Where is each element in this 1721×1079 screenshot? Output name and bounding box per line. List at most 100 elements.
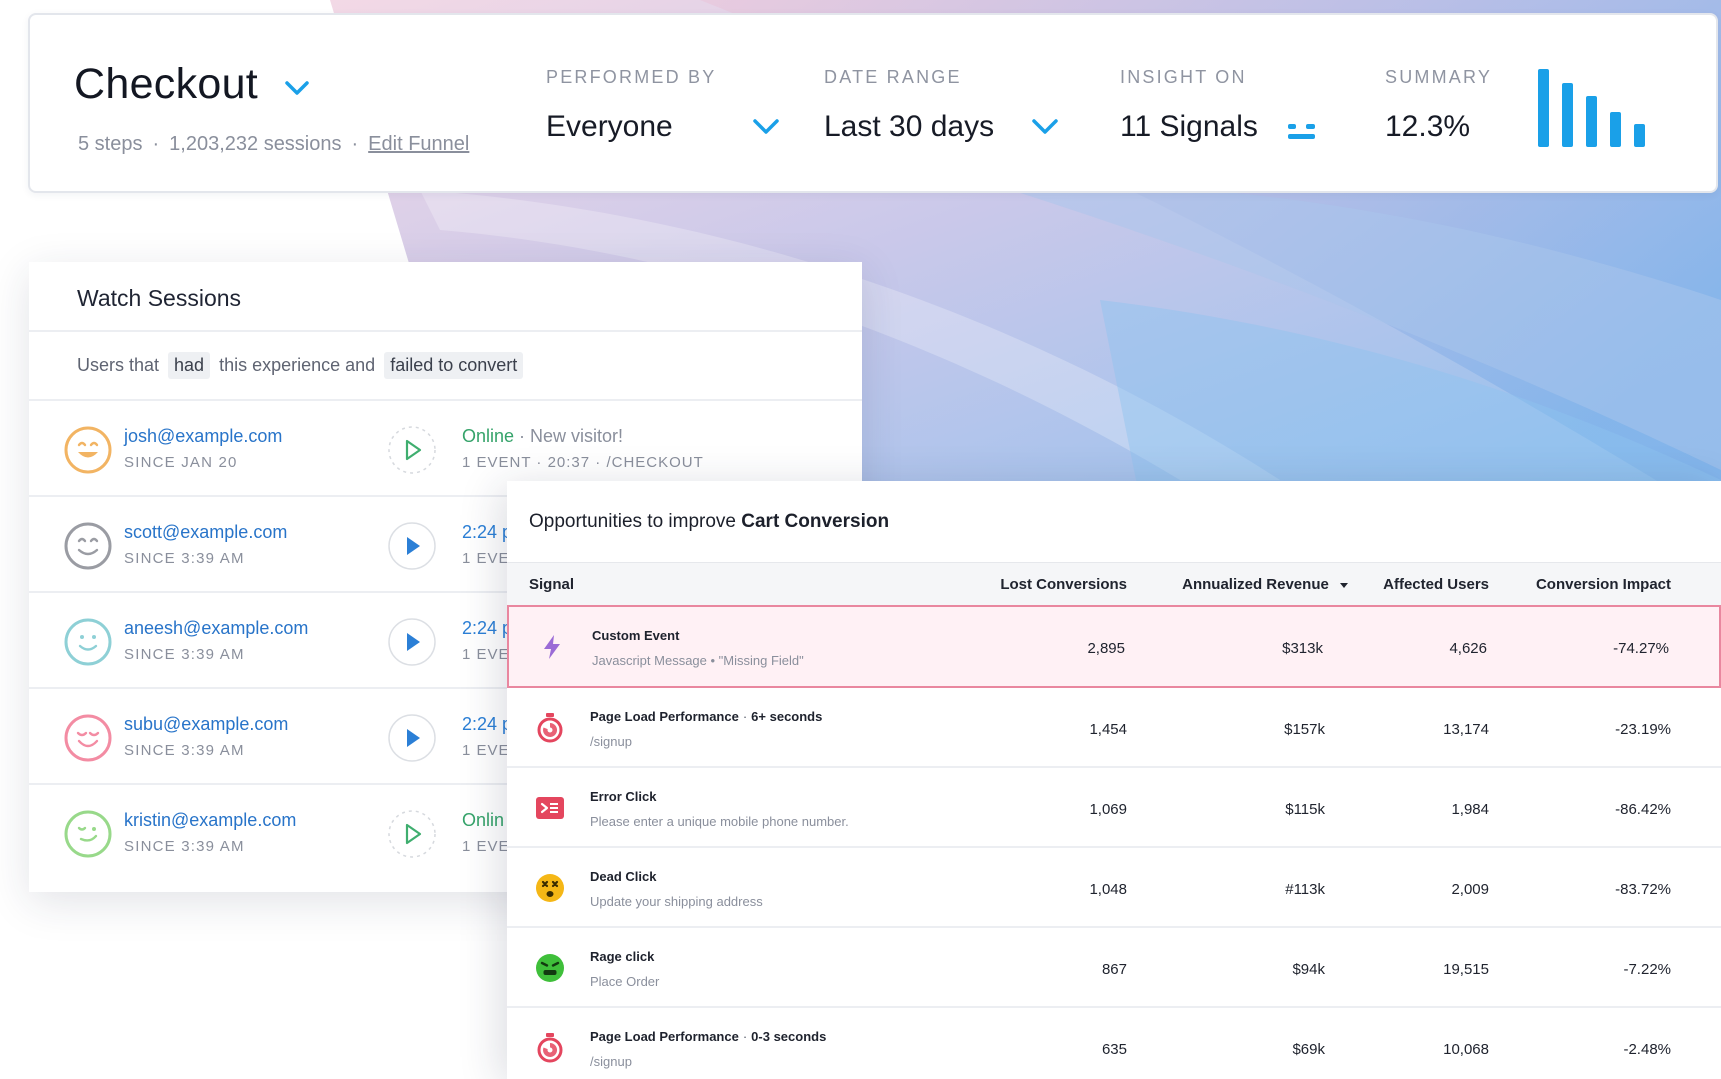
insight-on-value[interactable]: 11 Signals <box>1120 110 1258 144</box>
lost-conversions-value: 1,069 <box>1089 801 1127 818</box>
dead-face-icon <box>533 871 567 905</box>
signal-description: Please enter a unique mobile phone numbe… <box>590 814 849 829</box>
play-icon[interactable] <box>387 521 437 571</box>
conversion-impact-value: -74.27% <box>1613 640 1669 657</box>
funnel-meta: 5 steps · 1,203,232 sessions · Edit Funn… <box>78 133 469 156</box>
avatar-face-icon <box>64 522 112 570</box>
conversion-impact-value: -83.72% <box>1615 881 1671 898</box>
session-email[interactable]: josh@example.com <box>124 426 282 447</box>
affected-users-value: 4,626 <box>1449 640 1487 657</box>
conversion-impact-value: -7.22% <box>1623 961 1671 978</box>
date-range-filter[interactable]: DATE RANGE Last 30 days <box>824 15 1084 191</box>
summary-bar <box>1586 96 1597 147</box>
insight-on-filter[interactable]: INSIGHT ON 11 Signals <box>1120 15 1360 191</box>
signal-name: Dead Click <box>590 869 656 884</box>
date-range-label: DATE RANGE <box>824 67 962 87</box>
session-status: Onlin <box>462 810 504 831</box>
signal-detail: 6+ seconds <box>751 709 823 724</box>
funnel-steps: 5 steps <box>78 133 143 155</box>
chevron-down-icon[interactable] <box>284 80 310 96</box>
avatar-face-icon <box>64 426 112 474</box>
session-since: SINCE 3:39 AM <box>124 838 245 855</box>
opportunities-title: Opportunities to improve Cart Conversion <box>507 481 1721 562</box>
session-email[interactable]: aneesh@example.com <box>124 618 308 639</box>
summary-bar <box>1634 124 1645 147</box>
session-status-detail: · New visitor! <box>514 426 624 446</box>
avatar-face-icon <box>64 714 112 762</box>
affected-users-value: 1,984 <box>1451 801 1489 818</box>
opportunities-title-prefix: Opportunities to improve <box>529 511 742 532</box>
summary-bar <box>1610 112 1621 147</box>
opportunity-row[interactable]: Rage click Place Order 867 $94k 19,515 -7.22% <box>507 928 1721 1008</box>
col-annualized-revenue[interactable]: Annualized Revenue <box>1182 576 1349 593</box>
play-icon[interactable] <box>387 617 437 667</box>
stopwatch-icon <box>533 711 567 745</box>
summary-bar <box>1562 83 1573 147</box>
date-range-value[interactable]: Last 30 days <box>824 110 994 144</box>
filter-middle: this experience and <box>219 355 376 375</box>
col-affected-users[interactable]: Affected Users <box>1383 576 1489 593</box>
play-icon[interactable] <box>387 425 437 475</box>
opportunity-row[interactable]: Page Load Performance · 0-3 seconds/signup… <box>507 1008 1721 1079</box>
col-conversion-impact[interactable]: Conversion Impact <box>1536 576 1671 593</box>
session-email[interactable]: subu@example.com <box>124 714 288 735</box>
signal-title: Rage click <box>590 949 655 964</box>
session-since: SINCE 3:39 AM <box>124 742 245 759</box>
session-email[interactable]: kristin@example.com <box>124 810 296 831</box>
signal-name: Page Load Performance · 6+ seconds <box>590 709 822 724</box>
session-status: 2:24 p <box>462 618 512 639</box>
watch-sessions-title: Watch Sessions <box>29 262 862 332</box>
session-status-main: 2:24 p <box>462 522 513 542</box>
separator-dot: · <box>742 709 748 724</box>
signal-title: Custom Event <box>592 628 680 643</box>
col-lost-conversions[interactable]: Lost Conversions <box>1000 576 1127 593</box>
sort-desc-icon[interactable] <box>1339 581 1349 589</box>
funnel-title[interactable]: Checkout <box>74 60 258 109</box>
summary-bar <box>1538 69 1549 147</box>
angry-face-icon <box>533 951 567 985</box>
opportunities-table-body: Custom Event Javascript Message • "Missin… <box>507 605 1721 1079</box>
signal-description: Place Order <box>590 974 660 989</box>
lost-conversions-value: 2,895 <box>1087 640 1125 657</box>
filter-toggle-icon[interactable] <box>1286 121 1318 143</box>
affected-users-value: 13,174 <box>1443 721 1489 738</box>
opportunity-row[interactable]: Custom Event Javascript Message • "Missin… <box>507 605 1721 688</box>
stopwatch-icon <box>533 1031 567 1065</box>
lost-conversions-value: 867 <box>1101 961 1127 978</box>
signal-description: /signup <box>590 1054 632 1069</box>
table-header: Signal Lost Conversions Annualized Reven… <box>507 562 1721 605</box>
annualized-revenue-value: $94k <box>1292 961 1325 978</box>
chevron-down-icon[interactable] <box>1031 118 1059 136</box>
session-since: SINCE 3:39 AM <box>124 550 245 567</box>
signal-name: Custom Event <box>592 628 679 643</box>
filter-chip-had[interactable]: had <box>168 352 211 379</box>
play-icon[interactable] <box>387 809 437 859</box>
performed-by-filter[interactable]: PERFORMED BY Everyone <box>546 15 786 191</box>
performed-by-label: PERFORMED BY <box>546 67 717 87</box>
conversion-impact-value: -86.42% <box>1615 801 1671 818</box>
col-signal[interactable]: Signal <box>529 576 574 593</box>
funnel-sessions: 1,203,232 sessions <box>169 133 342 155</box>
opportunity-row[interactable]: Error Click Please enter a unique mobile … <box>507 768 1721 848</box>
session-since: SINCE JAN 20 <box>124 454 238 471</box>
annualized-revenue-value: #113k <box>1285 881 1325 898</box>
filter-chip-failed[interactable]: failed to convert <box>384 352 524 379</box>
session-status: Online · New visitor! <box>462 426 623 447</box>
opportunities-panel: Opportunities to improve Cart Conversion… <box>507 481 1721 1079</box>
opportunity-row[interactable]: Dead Click Update your shipping address 1,… <box>507 848 1721 928</box>
chevron-down-icon[interactable] <box>752 118 780 136</box>
session-status: 2:24 p <box>462 714 512 735</box>
signal-title: Dead Click <box>590 869 657 884</box>
separator-dot: · <box>742 1029 748 1044</box>
funnel-selector[interactable]: Checkout <box>74 60 310 109</box>
edit-funnel-link[interactable]: Edit Funnel <box>368 133 469 156</box>
col-annualized-revenue-label[interactable]: Annualized Revenue <box>1182 576 1329 593</box>
opportunities-title-goal: Cart Conversion <box>741 511 890 532</box>
error-console-icon <box>533 791 567 825</box>
opportunity-row[interactable]: Page Load Performance · 6+ seconds/signup 1… <box>507 688 1721 768</box>
separator-dot: · <box>351 133 359 155</box>
performed-by-value[interactable]: Everyone <box>546 110 673 144</box>
play-icon[interactable] <box>387 713 437 763</box>
summary-funnel-chart <box>1538 67 1658 147</box>
session-email[interactable]: scott@example.com <box>124 522 287 543</box>
